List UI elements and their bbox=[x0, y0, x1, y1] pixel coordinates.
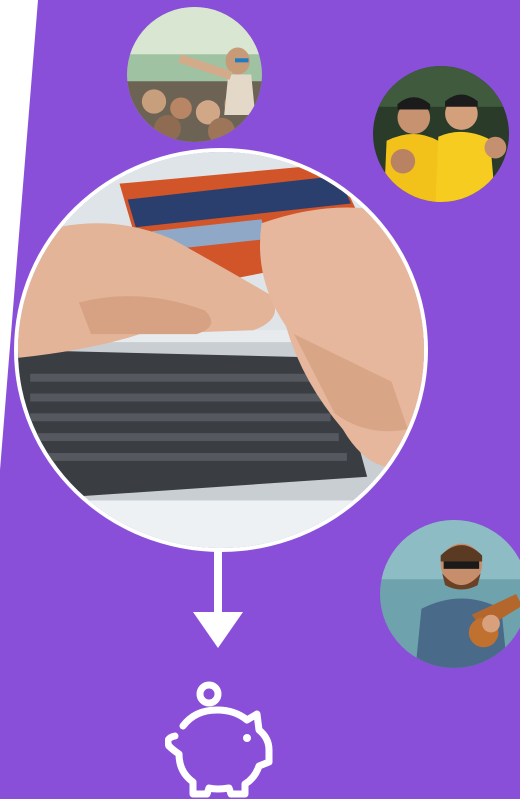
sports-fans-photo bbox=[373, 66, 509, 202]
piggy-bank-icon bbox=[165, 681, 273, 798]
festival-crowd-photo bbox=[127, 7, 262, 142]
guitarist-photo bbox=[380, 520, 520, 668]
flow-connector-line bbox=[214, 548, 222, 618]
laptop-payment-photo bbox=[18, 152, 424, 548]
arrow-down-icon bbox=[193, 612, 243, 648]
